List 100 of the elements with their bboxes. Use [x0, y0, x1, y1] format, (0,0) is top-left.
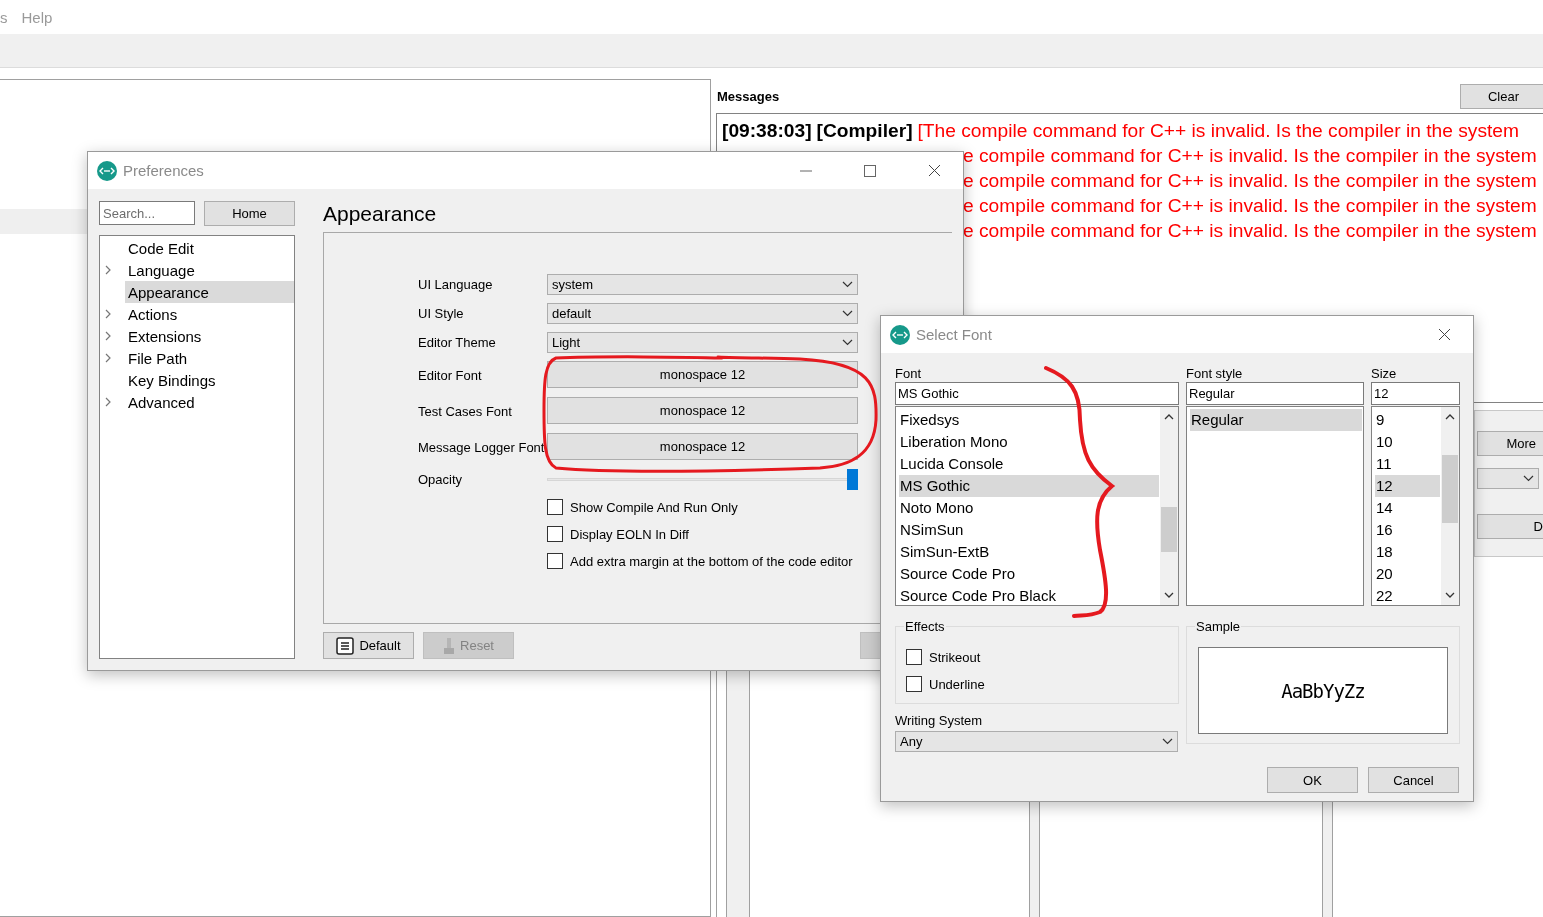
dropdown[interactable]: system: [547, 274, 858, 295]
window-title: Select Font: [916, 326, 993, 343]
sample-text: AaBbYyZz: [1198, 647, 1448, 734]
list-item[interactable]: 9: [1375, 409, 1440, 431]
checkbox-label: Show Compile And Run Only: [570, 499, 738, 515]
log-message: e compile command for C++ is invalid. Is the compiler in the system: [963, 219, 1537, 243]
checkbox[interactable]: [906, 649, 922, 665]
list-item[interactable]: Noto Mono: [899, 497, 1159, 519]
tree-item[interactable]: Language: [125, 259, 294, 281]
scrollbar[interactable]: [1441, 407, 1459, 605]
list-item[interactable]: Liberation Mono: [899, 431, 1159, 453]
close-icon[interactable]: [927, 164, 941, 177]
window-title: Preferences: [123, 162, 205, 179]
scrollbar-thumb[interactable]: [1161, 507, 1177, 552]
list-item[interactable]: Source Code Pro Black: [899, 585, 1159, 605]
list-item[interactable]: 20: [1375, 563, 1440, 585]
setting-label: Editor Theme: [418, 335, 497, 350]
page-heading: Appearance: [323, 201, 438, 227]
dialog-button[interactable]: OK: [1267, 767, 1358, 793]
caret-icon: [842, 339, 853, 346]
document-icon: [336, 636, 355, 655]
font-button[interactable]: monospace 12: [547, 397, 858, 424]
search-field[interactable]: Search...: [99, 201, 195, 225]
list-item[interactable]: 11: [1375, 453, 1440, 475]
caret-icon: [1162, 738, 1173, 745]
list-item[interactable]: 12: [1375, 475, 1440, 497]
checkbox-label: Underline: [929, 676, 985, 692]
chevron-right-icon[interactable]: [105, 331, 111, 341]
list-item[interactable]: 22: [1375, 585, 1440, 605]
dialog-button[interactable]: Cancel: [1368, 767, 1459, 793]
font-button[interactable]: monospace 12: [547, 433, 858, 460]
checkbox[interactable]: [906, 676, 922, 692]
tree-item[interactable]: Code Edit: [125, 237, 294, 259]
scrollbar[interactable]: [1160, 407, 1178, 605]
chevron-right-icon[interactable]: [105, 309, 111, 319]
list-item[interactable]: 14: [1375, 497, 1440, 519]
setting-label: Message Logger Font: [418, 439, 546, 455]
log-message: [The compile command for C++ is invalid. Is the compiler in the system: [917, 119, 1519, 143]
close-icon[interactable]: [1437, 328, 1451, 341]
home-button[interactable]: Home: [204, 201, 295, 226]
list-item[interactable]: Fixedsys: [899, 409, 1159, 431]
input-field[interactable]: Regular: [1186, 382, 1364, 405]
dropdown[interactable]: Any: [895, 731, 1178, 752]
checkbox[interactable]: [547, 526, 563, 542]
list-item[interactable]: 16: [1375, 519, 1440, 541]
tree-item[interactable]: Advanced: [125, 391, 294, 413]
tree-item[interactable]: Appearance: [125, 281, 294, 303]
opacity-slider[interactable]: [547, 469, 858, 490]
dialog-button[interactable]: Default: [323, 632, 414, 659]
font-button[interactable]: monospace 12: [547, 361, 858, 388]
panel-title: Messages: [716, 88, 780, 104]
list-item[interactable]: 18: [1375, 541, 1440, 563]
slider-thumb[interactable]: [847, 469, 858, 490]
log-message: e compile command for C++ is invalid. Is the compiler in the system: [963, 169, 1537, 193]
chevron-right-icon[interactable]: [105, 353, 111, 363]
list-item[interactable]: NSimSun: [899, 519, 1159, 541]
scrollbar-thumb[interactable]: [1442, 455, 1458, 523]
input-field[interactable]: 12: [1371, 382, 1460, 405]
list-item[interactable]: MS Gothic: [899, 475, 1159, 497]
scroll-down-icon[interactable]: [1164, 592, 1174, 598]
setting-label: Opacity: [418, 472, 464, 487]
app-logo-icon: [97, 160, 117, 181]
checkbox-label: Strikeout: [929, 649, 981, 665]
checkbox-label: Display EOLN In Diff: [570, 526, 689, 542]
log-message: e compile command for C++ is invalid. Is the compiler in the system: [963, 194, 1537, 218]
tree-item[interactable]: Extensions: [125, 325, 294, 347]
tree-item[interactable]: Key Bindings: [125, 369, 294, 391]
scroll-up-icon[interactable]: [1445, 414, 1455, 420]
group-title: Effects: [904, 619, 946, 634]
caret-icon: [842, 310, 853, 317]
field-label: Font style: [1186, 366, 1244, 382]
checkbox-label: Add extra margin at the bottom of the code editor: [570, 553, 853, 569]
setting-label: UI Style: [418, 306, 465, 321]
tree-item[interactable]: File Path: [125, 347, 294, 369]
clear-button[interactable]: Clear: [1460, 83, 1543, 109]
more-button[interactable]: More: [1477, 431, 1543, 456]
chevron-right-icon[interactable]: [105, 265, 111, 275]
list-item[interactable]: Source Code Pro: [899, 563, 1159, 585]
scroll-up-icon[interactable]: [1164, 414, 1174, 420]
side-button[interactable]: D: [1477, 514, 1543, 539]
brush-icon: [443, 636, 455, 655]
checkbox[interactable]: [547, 499, 563, 515]
setting-label: Test Cases Font: [418, 403, 513, 419]
dropdown[interactable]: Light: [547, 332, 858, 353]
list-item[interactable]: Regular: [1190, 409, 1362, 431]
setting-label: Editor Font: [418, 367, 483, 383]
checkbox[interactable]: [547, 553, 563, 569]
group-title: Sample: [1195, 619, 1242, 634]
chevron-right-icon[interactable]: [105, 397, 111, 407]
log-source: [Compiler]: [816, 119, 913, 143]
list-item[interactable]: 10: [1375, 431, 1440, 453]
tree-item[interactable]: Actions: [125, 303, 294, 325]
list-item[interactable]: Lucida Console: [899, 453, 1159, 475]
input-field[interactable]: MS Gothic: [895, 382, 1179, 405]
maximize-icon[interactable]: [864, 164, 876, 177]
dropdown[interactable]: default: [547, 303, 858, 324]
scroll-down-icon[interactable]: [1445, 592, 1455, 598]
caret-icon: [1523, 475, 1534, 482]
log-timestamp: [09:38:03]: [722, 119, 812, 143]
list-item[interactable]: SimSun-ExtB: [899, 541, 1159, 563]
